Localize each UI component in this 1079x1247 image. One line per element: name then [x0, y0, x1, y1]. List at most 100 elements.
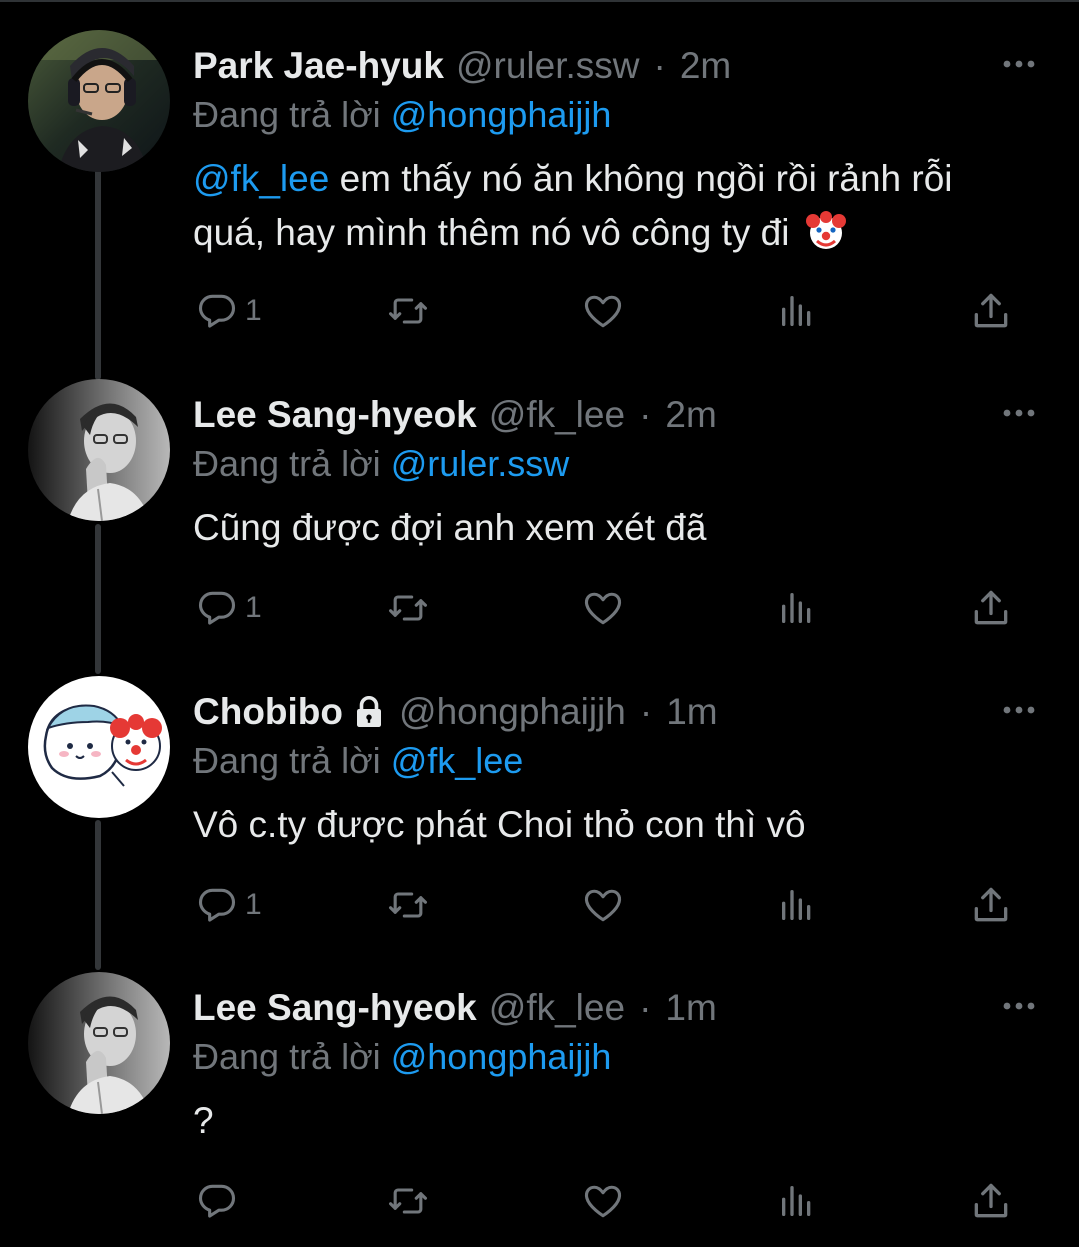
share-button[interactable]	[969, 1178, 1013, 1224]
replying-to: Đang trả lời @ruler.ssw	[193, 443, 569, 485]
retweet-button[interactable]	[385, 288, 431, 334]
timestamp[interactable]: 2m	[665, 394, 716, 436]
share-icon	[974, 887, 1008, 922]
tweet-actions	[193, 1178, 1023, 1224]
more-options-icon[interactable]	[1001, 996, 1037, 1016]
retweet-button[interactable]	[385, 882, 431, 928]
grayscale-portrait-image	[28, 379, 170, 521]
reply-button[interactable]: 1	[195, 288, 262, 334]
heart-icon	[584, 295, 622, 328]
heart-icon	[584, 1185, 622, 1218]
tweet-actions: 1	[193, 585, 1023, 631]
replying-to-mention[interactable]: @fk_lee	[391, 740, 524, 781]
clown-face-emoji	[805, 211, 846, 249]
user-handle[interactable]: @ruler.ssw	[456, 45, 640, 87]
retweet-button[interactable]	[385, 1178, 431, 1224]
reply-count: 1	[245, 591, 262, 624]
user-handle[interactable]: @fk_lee	[489, 394, 625, 436]
views-button[interactable]	[777, 1178, 817, 1224]
tweet-text: ?	[193, 1094, 1033, 1148]
grayscale-portrait-image	[28, 972, 170, 1114]
like-button[interactable]	[581, 585, 625, 631]
analytics-icon	[782, 890, 811, 920]
tweet-header: Chobibo @hongphaijjh · 1m	[193, 686, 718, 738]
thread-line	[95, 148, 101, 380]
body-mention[interactable]: @fk_lee	[193, 158, 329, 199]
display-name[interactable]: Chobibo	[193, 691, 343, 733]
share-button[interactable]	[969, 585, 1013, 631]
separator-dot: ·	[639, 987, 652, 1028]
avatar[interactable]	[28, 676, 170, 818]
like-button[interactable]	[581, 882, 625, 928]
body-text: ?	[193, 1100, 214, 1141]
replying-to-mention[interactable]: @hongphaijjh	[391, 1036, 612, 1077]
reply-button[interactable]: 1	[195, 882, 262, 928]
replying-to-label: Đang trả lời	[193, 443, 381, 484]
body-text: Cũng được đợi anh xem xét đã	[193, 507, 707, 548]
views-button[interactable]	[777, 585, 817, 631]
reply-icon	[198, 591, 236, 625]
more-options-icon[interactable]	[1001, 700, 1037, 720]
tweet-text: @fk_lee em thấy nó ăn không ngồi rồi rản…	[193, 152, 1033, 260]
analytics-icon	[782, 1186, 811, 1216]
thread-line	[95, 524, 101, 674]
views-button[interactable]	[777, 288, 817, 334]
thread-line	[95, 820, 101, 970]
reply-button[interactable]	[195, 1178, 245, 1224]
timestamp[interactable]: 1m	[666, 691, 717, 733]
lock-icon	[357, 696, 382, 727]
retweet-icon	[389, 1188, 427, 1214]
tweet-header: Lee Sang-hyeok @fk_lee · 1m	[193, 982, 717, 1034]
user-handle[interactable]: @fk_lee	[489, 987, 625, 1029]
share-icon	[974, 1183, 1008, 1218]
separator-dot: ·	[639, 691, 653, 732]
share-icon	[974, 590, 1008, 625]
cartoon-clown-avatar-image	[28, 676, 170, 818]
tweet-actions: 1	[193, 882, 1023, 928]
like-button[interactable]	[581, 1178, 625, 1224]
share-button[interactable]	[969, 882, 1013, 928]
tweet-text: Cũng được đợi anh xem xét đã	[193, 501, 1033, 555]
replying-to-label: Đang trả lời	[193, 1036, 381, 1077]
views-button[interactable]	[777, 882, 817, 928]
body-text: Vô c.ty được phát Choi thỏ con thì vô	[193, 804, 806, 845]
tweet-header: Lee Sang-hyeok @fk_lee · 2m	[193, 389, 717, 441]
replying-to-label: Đang trả lời	[193, 740, 381, 781]
replying-to: Đang trả lời @hongphaijjh	[193, 94, 611, 136]
top-divider	[0, 0, 1079, 2]
timestamp[interactable]: 1m	[665, 987, 716, 1029]
separator-dot: ·	[653, 45, 666, 86]
reply-icon	[198, 888, 236, 922]
retweet-icon	[389, 298, 427, 324]
replying-to-label: Đang trả lời	[193, 94, 381, 135]
timestamp[interactable]: 2m	[680, 45, 731, 87]
avatar[interactable]	[28, 972, 170, 1114]
share-icon	[974, 293, 1008, 328]
replying-to-mention[interactable]: @hongphaijjh	[391, 94, 612, 135]
display-name[interactable]: Lee Sang-hyeok	[193, 394, 477, 436]
reply-icon	[198, 1184, 236, 1218]
like-button[interactable]	[581, 288, 625, 334]
replying-to-mention[interactable]: @ruler.ssw	[391, 443, 570, 484]
tweet-header: Park Jae-hyuk @ruler.ssw · 2m	[193, 40, 731, 92]
more-options-icon[interactable]	[1001, 403, 1037, 423]
share-button[interactable]	[969, 288, 1013, 334]
more-options-icon[interactable]	[1001, 54, 1037, 74]
retweet-icon	[389, 595, 427, 621]
tweet-text: Vô c.ty được phát Choi thỏ con thì vô	[193, 798, 1033, 852]
replying-to: Đang trả lời @hongphaijjh	[193, 1036, 611, 1078]
analytics-icon	[782, 593, 811, 623]
reply-count: 1	[245, 888, 262, 921]
avatar[interactable]	[28, 379, 170, 521]
player-avatar-image	[28, 30, 170, 172]
avatar[interactable]	[28, 30, 170, 172]
heart-icon	[584, 889, 622, 922]
reply-button[interactable]: 1	[195, 585, 262, 631]
user-handle[interactable]: @hongphaijjh	[399, 691, 626, 733]
reply-icon	[198, 294, 236, 328]
retweet-button[interactable]	[385, 585, 431, 631]
display-name[interactable]: Lee Sang-hyeok	[193, 987, 477, 1029]
analytics-icon	[782, 296, 811, 326]
display-name[interactable]: Park Jae-hyuk	[193, 45, 444, 87]
retweet-icon	[389, 892, 427, 918]
